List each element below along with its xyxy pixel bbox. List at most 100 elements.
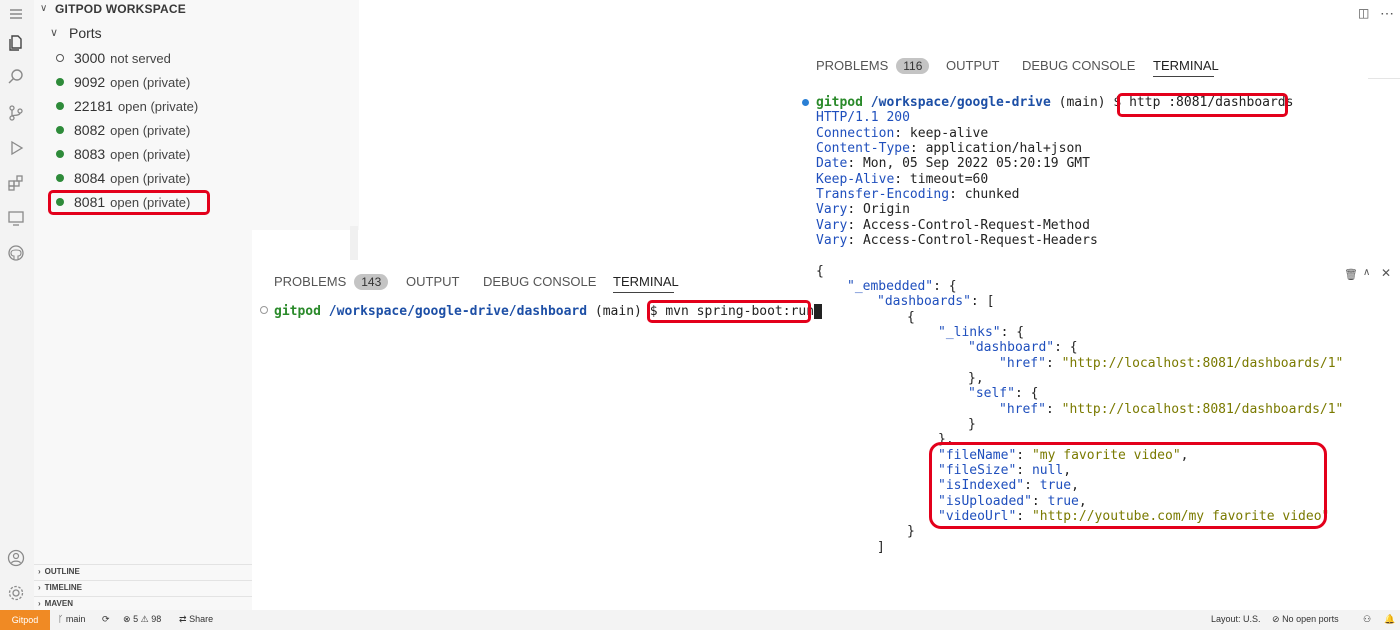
json-line: "_links": {: [938, 325, 1025, 340]
chevron-down-icon[interactable]: ∨: [50, 26, 58, 39]
account-icon[interactable]: [7, 549, 25, 567]
tab-problems[interactable]: PROBLEMS 143: [274, 274, 389, 290]
extensions-icon[interactable]: [7, 174, 25, 192]
ports-section-label[interactable]: Ports: [69, 25, 102, 41]
share-label: Share: [189, 614, 214, 624]
http-status-line: HTTP/1.1 200: [816, 110, 910, 125]
account-status-icon[interactable]: ⚇: [1363, 614, 1371, 625]
tab-terminal[interactable]: TERMINAL: [613, 274, 679, 289]
problems-badge: 116: [896, 58, 930, 74]
port-number: 8084: [74, 170, 106, 186]
section-label: MAVEN: [44, 598, 73, 608]
active-tab-indicator: [1153, 76, 1214, 77]
json-line: }: [968, 417, 976, 432]
section-maven[interactable]: › MAVEN: [38, 597, 73, 609]
problems-badge: 143: [354, 274, 389, 290]
tab-debug-console[interactable]: DEBUG CONSOLE: [1022, 58, 1135, 73]
highlight-box: [647, 300, 811, 323]
json-line: "_embedded": {: [847, 279, 957, 294]
chevron-down-icon[interactable]: ∨: [40, 3, 47, 14]
port-status-icon: [56, 78, 64, 86]
port-status-icon: [56, 54, 64, 62]
command-status-icon: [260, 306, 268, 314]
section-outline[interactable]: › OUTLINE: [38, 565, 80, 577]
sidebar: ∨ GITPOD WORKSPACE ∨ Ports 3000 not serv…: [34, 0, 359, 230]
keyboard-layout[interactable]: Layout: U.S.: [1211, 614, 1261, 624]
activity-bar: [0, 0, 34, 610]
chevron-up-icon[interactable]: ∧: [1363, 267, 1370, 278]
run-debug-icon[interactable]: [7, 139, 25, 157]
section-label: TIMELINE: [44, 582, 83, 592]
scrollbar[interactable]: [350, 226, 358, 260]
highlight-box: [48, 190, 210, 215]
port-status: not served: [110, 50, 171, 66]
port-row-8083[interactable]: 8083 open (private): [56, 144, 190, 164]
branch-label: main: [65, 614, 86, 624]
http-header: Vary: Access-Control-Request-Method: [816, 218, 1090, 233]
port-status: open (private): [110, 74, 191, 90]
error-icon: ⊗: [123, 614, 131, 624]
menu-icon[interactable]: [7, 5, 25, 23]
settings-gear-icon[interactable]: [7, 584, 25, 602]
ports-status-label: No open ports: [1282, 614, 1339, 624]
chevron-right-icon: ›: [38, 566, 41, 576]
port-row-9092[interactable]: 9092 open (private): [56, 72, 190, 92]
port-row-22181[interactable]: 22181 open (private): [56, 96, 198, 116]
search-icon[interactable]: [7, 68, 25, 86]
tab-output[interactable]: OUTPUT: [406, 274, 459, 289]
port-row-3000[interactable]: 3000 not served: [56, 48, 171, 68]
more-actions-icon[interactable]: ⋯: [1380, 5, 1394, 22]
http-header: Transfer-Encoding: chunked: [816, 187, 1020, 202]
prompt-branch: (main) $: [1058, 95, 1122, 110]
active-tab-indicator: [613, 292, 674, 293]
port-status: open (private): [117, 98, 199, 114]
error-count: 5: [133, 614, 139, 624]
tab-debug-console[interactable]: DEBUG CONSOLE: [483, 274, 596, 289]
port-row-8084[interactable]: 8084 open (private): [56, 168, 190, 188]
tab-problems[interactable]: PROBLEMS 116: [816, 58, 930, 74]
json-line: "self": {: [968, 386, 1039, 401]
trash-icon[interactable]: 🗑: [1344, 268, 1358, 281]
explorer-icon[interactable]: [7, 34, 25, 52]
tab-output[interactable]: OUTPUT: [946, 58, 999, 73]
http-header: Connection: keep-alive: [816, 126, 989, 141]
close-icon[interactable]: ✕: [1381, 266, 1391, 280]
json-line: {: [816, 264, 824, 279]
sidebar-title: GITPOD WORKSPACE: [55, 2, 186, 16]
http-header: Vary: Origin: [816, 202, 910, 217]
port-status-icon: [56, 126, 64, 134]
highlight-box: [929, 442, 1327, 529]
warning-icon: ⚠: [140, 614, 149, 624]
notifications-icon[interactable]: 🔔: [1384, 614, 1395, 625]
section-label: OUTLINE: [44, 566, 80, 576]
chevron-right-icon: ›: [38, 582, 41, 592]
branch-indicator[interactable]: ᚴ main: [58, 614, 85, 624]
remote-explorer-icon[interactable]: [7, 209, 25, 227]
http-header: Vary: Access-Control-Request-Headers: [816, 233, 1098, 248]
sidebar-lower: [34, 230, 252, 610]
port-number: 3000: [74, 50, 106, 66]
prompt-user: gitpod: [274, 304, 321, 319]
branch-icon: ᚴ: [58, 614, 64, 624]
split-editor-icon[interactable]: ◫: [1358, 6, 1369, 20]
port-row-8082[interactable]: 8082 open (private): [56, 120, 190, 140]
prompt-path: /workspace/google-drive/dashboard: [328, 304, 588, 319]
section-timeline[interactable]: › TIMELINE: [38, 581, 82, 593]
gitpod-label: Gitpod: [11, 615, 39, 625]
divider: [1368, 78, 1400, 79]
ports-status[interactable]: ⊘ No open ports: [1272, 614, 1339, 625]
source-control-icon[interactable]: [7, 104, 25, 122]
sync-icon[interactable]: ⟳: [102, 614, 110, 625]
github-icon[interactable]: [7, 244, 25, 262]
share-button[interactable]: ⇄ Share: [179, 614, 213, 625]
prompt-user: gitpod: [816, 95, 863, 110]
json-line: {: [907, 310, 915, 325]
gitpod-remote-button[interactable]: Gitpod: [0, 610, 50, 630]
json-line: }: [907, 524, 915, 539]
problems-indicator[interactable]: ⊗ 5 ⚠ 98: [123, 614, 161, 625]
port-number: 22181: [74, 98, 113, 114]
command-status-icon: [802, 99, 809, 106]
tab-terminal[interactable]: TERMINAL: [1153, 58, 1219, 73]
highlight-box: [1117, 93, 1288, 117]
warning-count: 98: [151, 614, 162, 624]
